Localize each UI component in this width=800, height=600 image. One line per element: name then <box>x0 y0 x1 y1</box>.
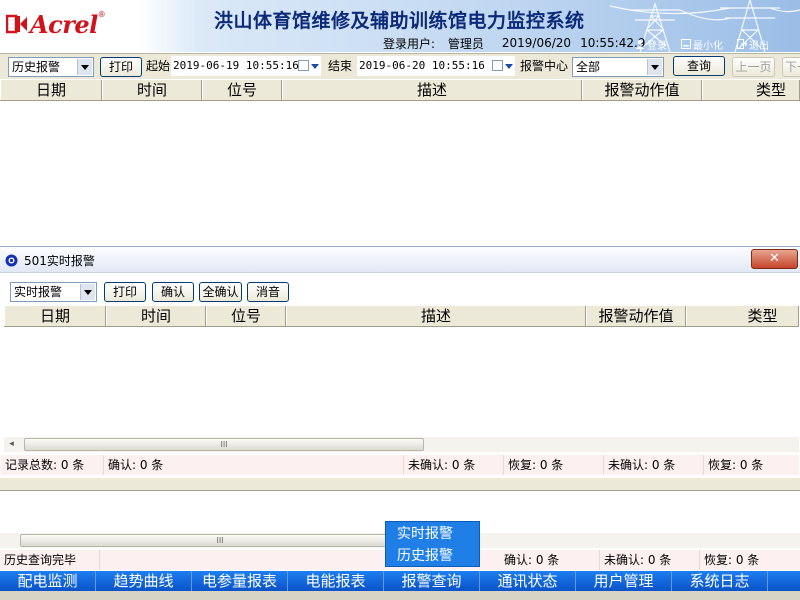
realtime-alarm-panel: 501实时报警 ✕ 实时报警 打印 确认 全确认 消音 日期 时间 位号 描述 … <box>0 246 800 478</box>
exit-button[interactable]: 退出 <box>737 37 769 52</box>
summary-unconfirmed-2: 未确认: 0 条 <box>604 455 704 475</box>
realtime-mode-select[interactable]: 实时报警 <box>10 282 97 302</box>
acrel-logo-mark-icon <box>6 13 28 35</box>
end-datetime-picker[interactable]: 2019-06-20 10:55:16 <box>357 56 515 76</box>
exit-icon <box>737 39 747 49</box>
nav-alarm-query[interactable]: 报警查询 <box>384 571 480 591</box>
column-date[interactable]: 日期 <box>4 306 106 326</box>
alarm-bell-icon <box>5 254 18 267</box>
current-date: 2019/06/20 <box>502 36 571 50</box>
history-mode-select[interactable]: 历史报警 <box>8 57 94 77</box>
realtime-print-button[interactable]: 打印 <box>104 282 146 302</box>
column-type[interactable]: 类型 <box>686 306 799 326</box>
realtime-hscrollbar[interactable]: ◂ III <box>4 437 799 452</box>
summary-unconfirmed: 未确认: 0 条 <box>404 455 504 475</box>
column-description[interactable]: 描述 <box>286 306 586 326</box>
history-print-button[interactable]: 打印 <box>100 57 142 77</box>
submenu-history-alarm[interactable]: 历史报警 <box>386 545 481 567</box>
column-action-value[interactable]: 报警动作值 <box>582 80 702 100</box>
chevron-down-icon <box>80 284 95 300</box>
nav-system-log[interactable]: 系统日志 <box>672 571 768 591</box>
user-label: 登录用户: 管理员 <box>383 35 493 52</box>
start-datetime-picker[interactable]: 2019-06-19 10:55:16 <box>171 56 321 76</box>
calendar-icon <box>492 60 503 71</box>
column-type[interactable]: 类型 <box>702 80 800 100</box>
acrel-logo: Acrel ® <box>6 8 106 40</box>
confirm-all-button[interactable]: 全确认 <box>199 282 242 302</box>
history-table-header: 日期 时间 位号 描述 报警动作值 类型 <box>0 80 800 101</box>
scroll-thumb[interactable]: III <box>24 438 424 451</box>
nav-power-monitoring[interactable]: 配电监测 <box>0 571 96 591</box>
bottom-strip <box>0 591 800 600</box>
history-unconfirmed: 未确认: 0 条 <box>600 550 700 570</box>
panel-splitter[interactable] <box>0 478 800 490</box>
calendar-icon <box>298 60 309 71</box>
silence-button[interactable]: 消音 <box>247 282 289 302</box>
history-status-text: 历史查询完毕 <box>0 550 100 570</box>
query-button[interactable]: 查询 <box>673 56 725 76</box>
close-button[interactable]: ✕ <box>751 249 798 269</box>
scroll-left-icon[interactable]: ◂ <box>4 437 19 452</box>
alarm-center-select[interactable]: 全部 <box>572 57 664 77</box>
nav-comm-status[interactable]: 通讯状态 <box>480 571 576 591</box>
summary-confirmed: 确认: 0 条 <box>104 455 404 475</box>
realtime-panel-title: 501实时报警 <box>24 252 95 269</box>
end-label: 结束 <box>328 56 352 76</box>
nav-energy-report[interactable]: 电能报表 <box>288 571 384 591</box>
chevron-down-icon <box>647 59 662 75</box>
alarm-center-label: 报警中心 <box>520 56 568 76</box>
history-restored: 恢复: 0 条 <box>700 550 800 570</box>
realtime-toolbar: 实时报警 打印 确认 全确认 消音 <box>1 278 799 300</box>
confirm-button[interactable]: 确认 <box>152 282 194 302</box>
login-button[interactable]: 登录 <box>635 37 667 52</box>
realtime-table-body <box>4 327 799 437</box>
realtime-panel-body: 实时报警 打印 确认 全确认 消音 日期 时间 位号 描述 报警动作值 类型 ◂… <box>1 275 799 473</box>
login-status: 登录用户: 管理员 2019/06/20 10:55:42.9 <box>383 35 654 51</box>
summary-restored: 恢复: 0 条 <box>504 455 604 475</box>
close-icon: ✕ <box>769 251 780 266</box>
scroll-thumb[interactable]: III <box>20 534 420 547</box>
column-time[interactable]: 时间 <box>106 306 206 326</box>
column-tag[interactable]: 位号 <box>206 306 286 326</box>
minimize-button[interactable]: 最小化 <box>681 37 723 52</box>
dropdown-caret-icon <box>311 64 319 69</box>
summary-restored-2: 恢复: 0 条 <box>704 455 799 475</box>
logo-registered-mark: ® <box>98 10 106 19</box>
submenu-realtime-alarm[interactable]: 实时报警 <box>386 523 481 545</box>
realtime-panel-titlebar[interactable]: 501实时报警 ✕ <box>0 247 800 272</box>
history-confirmed: 确认: 0 条 <box>500 550 600 570</box>
system-title: 洪山体育馆维修及辅助训练馆电力监控系统 <box>214 6 585 33</box>
column-action-value[interactable]: 报警动作值 <box>586 306 686 326</box>
prev-page-button[interactable]: 上一页 <box>732 57 775 77</box>
dropdown-caret-icon <box>505 64 513 69</box>
next-page-button[interactable]: 下一 <box>782 57 800 77</box>
column-date[interactable]: 日期 <box>0 80 102 100</box>
history-table-body <box>0 101 800 245</box>
app-header: Acrel ® 洪山体育馆维修及辅助训练馆电力监控系统 登录用户: 管理员 20… <box>0 0 800 52</box>
column-tag[interactable]: 位号 <box>202 80 282 100</box>
summary-total: 记录总数: 0 条 <box>1 455 104 475</box>
header-actions: 登录 最小化 退出 <box>635 37 783 51</box>
nav-user-management[interactable]: 用户管理 <box>576 571 672 591</box>
start-label: 起始 <box>146 56 170 76</box>
history-toolbar: 历史报警 打印 起始 2019-06-19 10:55:16 结束 2019-0… <box>0 53 800 79</box>
realtime-table-header: 日期 时间 位号 描述 报警动作值 类型 <box>4 306 799 327</box>
user-icon <box>635 39 645 49</box>
column-time[interactable]: 时间 <box>102 80 202 100</box>
nav-trend-curve[interactable]: 趋势曲线 <box>96 571 192 591</box>
chevron-down-icon <box>77 59 92 75</box>
column-description[interactable]: 描述 <box>282 80 582 100</box>
alarm-query-submenu: 实时报警 历史报警 <box>385 521 480 567</box>
minimize-icon <box>681 39 691 49</box>
logo-text: Acrel <box>30 10 98 39</box>
nav-parameter-report[interactable]: 电参量报表 <box>192 571 288 591</box>
main-nav-bar: 配电监测 趋势曲线 电参量报表 电能报表 报警查询 通讯状态 用户管理 系统日志 <box>0 571 800 591</box>
realtime-summary-bar: 记录总数: 0 条 确认: 0 条 未确认: 0 条 恢复: 0 条 未确认: … <box>1 455 799 475</box>
